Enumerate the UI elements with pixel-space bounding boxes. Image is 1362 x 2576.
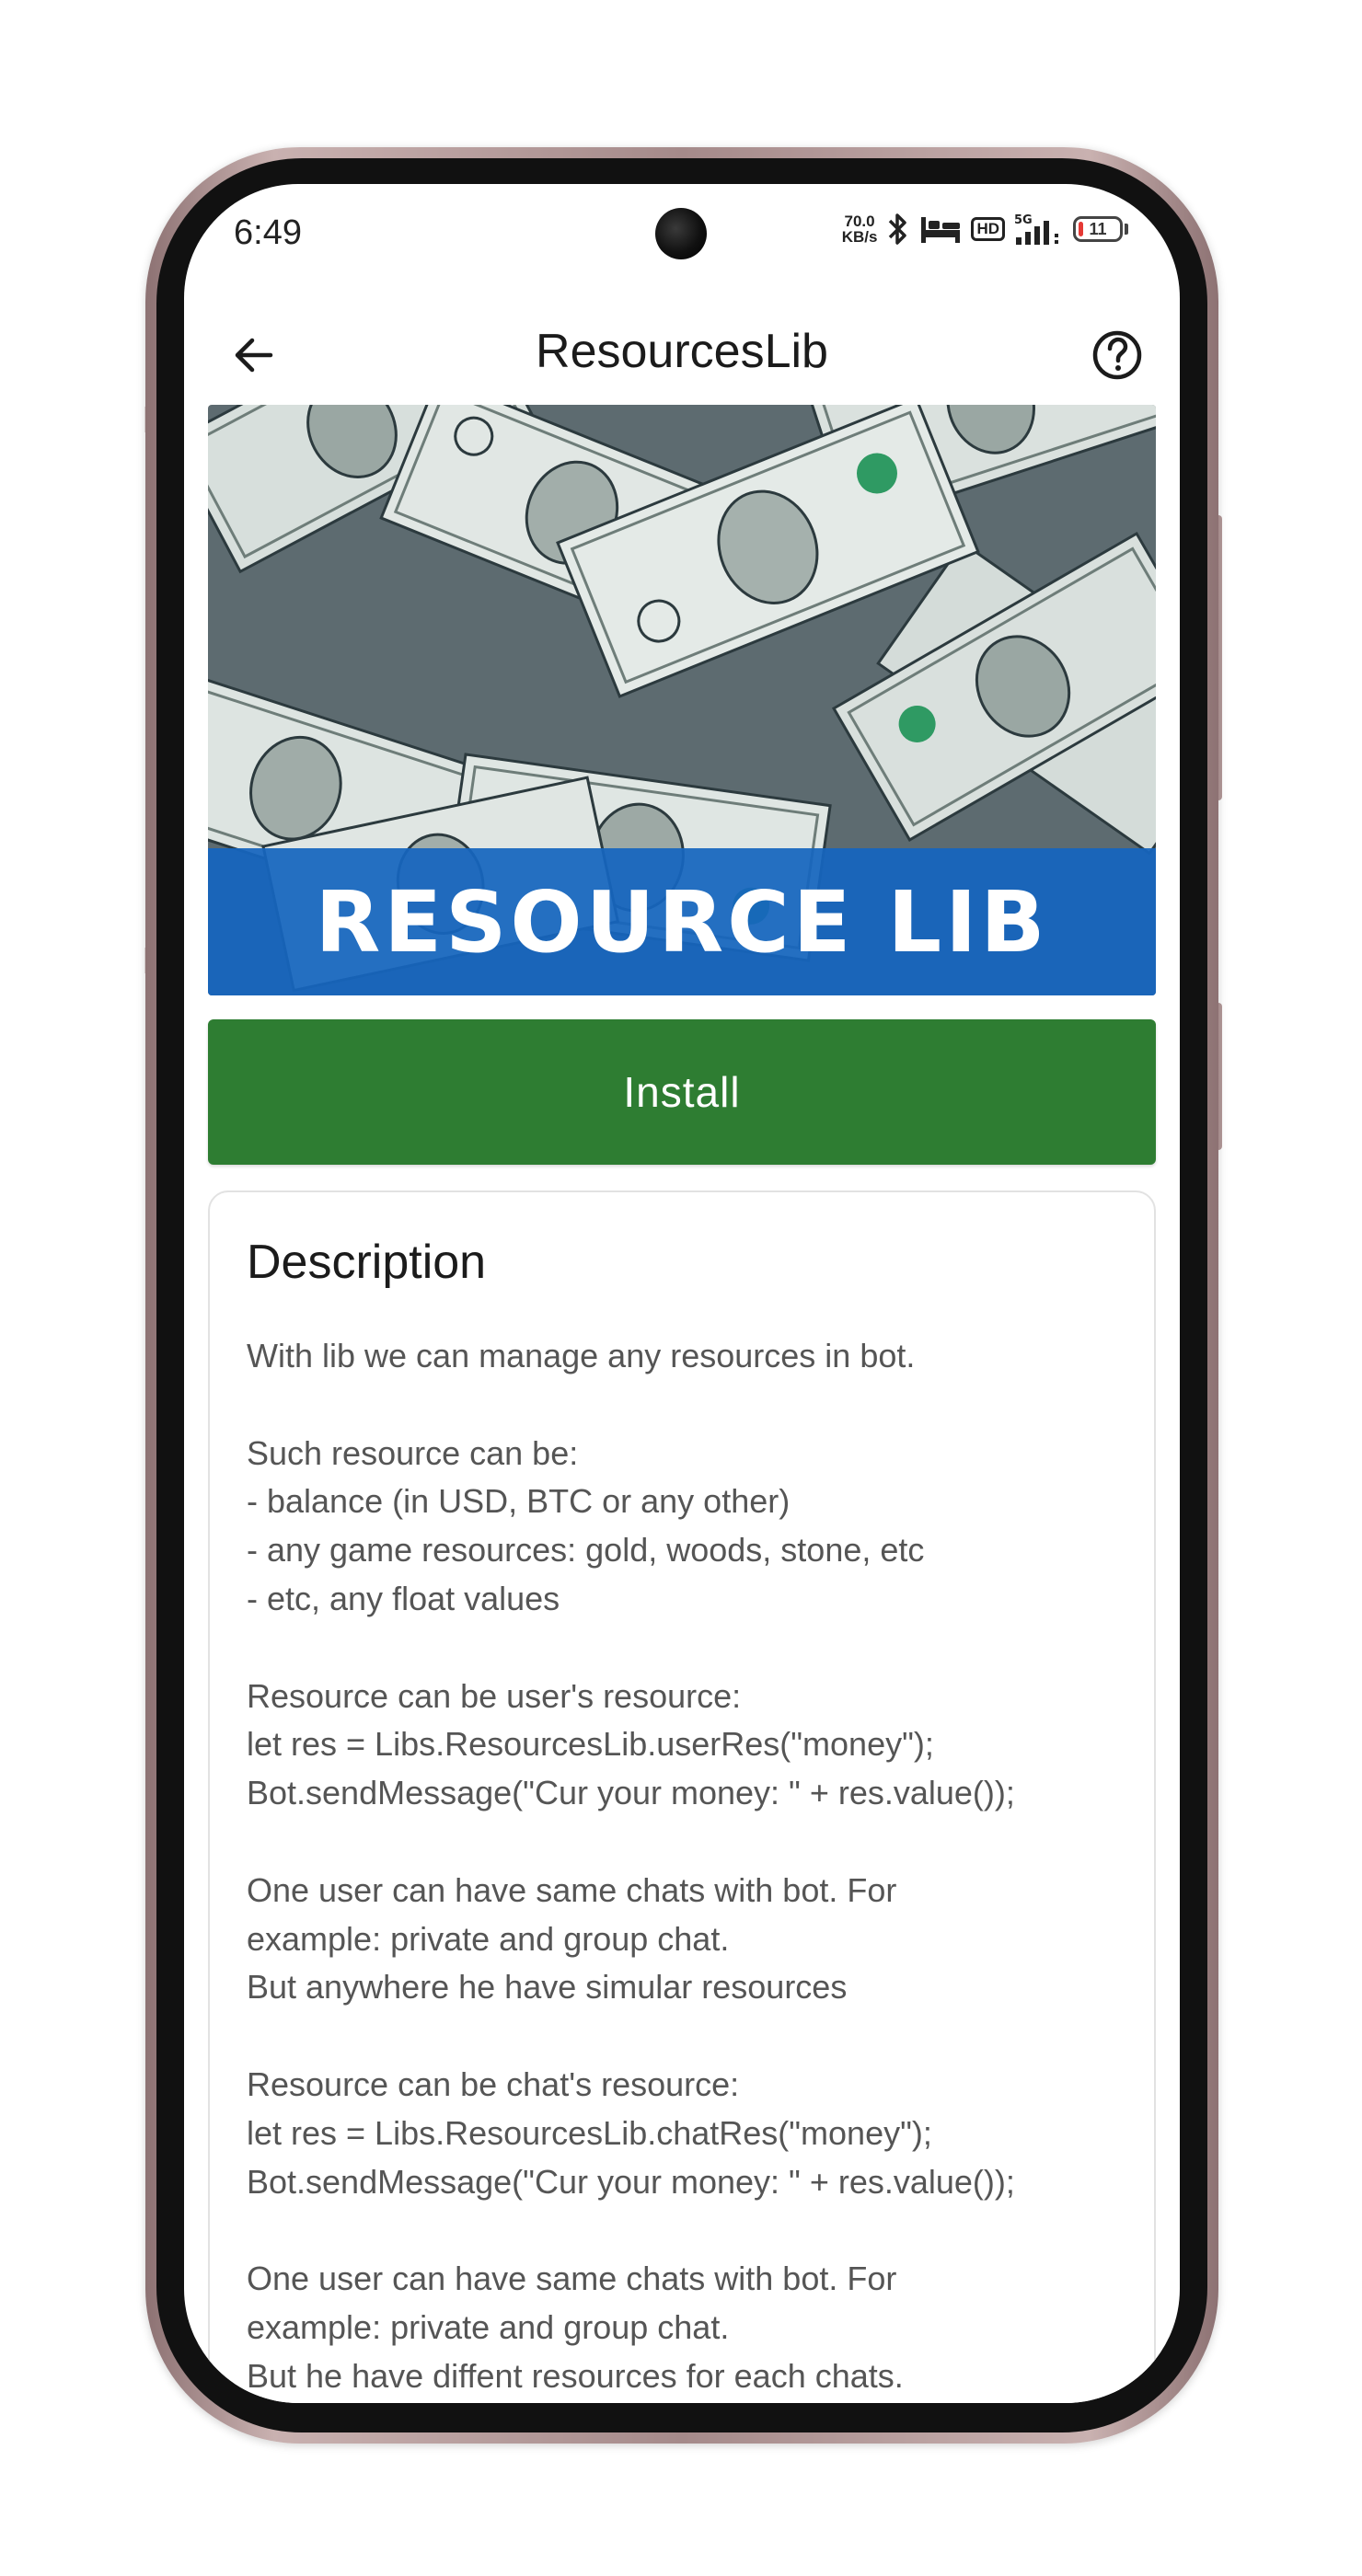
banner-caption: RESOURCE LIB — [208, 848, 1156, 995]
description-line: example: private and group chat. — [247, 2307, 730, 2346]
description-line: But anywhere he have simular resources — [247, 1968, 848, 2007]
network-speed-unit: KB/s — [841, 228, 878, 246]
battery-tip — [1125, 224, 1128, 235]
description-line — [247, 1381, 1130, 1430]
question-circle-icon — [1092, 330, 1142, 380]
battery-body: 11 — [1073, 216, 1123, 242]
description-body: With lib we can manage any resources in … — [247, 1332, 1130, 2401]
phone-screen: 6:49 70.0 KB/s HD 5G 11 ResourcesLib RES… — [184, 184, 1180, 2403]
description-line: But he have diffent resources for each c… — [247, 2356, 904, 2395]
battery-level: 11 — [1089, 219, 1107, 238]
front-camera — [655, 208, 707, 259]
description-line — [247, 1818, 1130, 1867]
description-line: One user can have same chats with bot. F… — [247, 1870, 897, 1909]
svg-text:5G: 5G — [1014, 213, 1033, 227]
sleep-mode-icon — [919, 213, 962, 245]
network-speed: 70.0 KB/s — [842, 213, 878, 245]
network-speed-value: 70.0 — [844, 213, 875, 230]
library-banner-image: RESOURCE LIB — [208, 405, 1156, 995]
phone-mockup: 6:49 70.0 KB/s HD 5G 11 ResourcesLib RES… — [0, 0, 1362, 2576]
description-line: Resource can be user's resource: — [247, 1676, 742, 1715]
description-line: - any game resources: gold, woods, stone… — [247, 1531, 925, 1570]
description-card: Description With lib we can manage any r… — [208, 1190, 1156, 2403]
description-line: Bot.sendMessage("Cur your money: " + res… — [247, 2162, 1015, 2201]
status-time: 6:49 — [234, 213, 302, 252]
status-icons: 70.0 KB/s HD 5G 11 — [842, 212, 1128, 247]
battery-fill — [1079, 222, 1084, 236]
description-line: - balance (in USD, BTC or any other) — [247, 1482, 791, 1521]
description-line: Bot.sendMessage("Cur your money: " + res… — [247, 1774, 1015, 1812]
description-line: With lib we can manage any resources in … — [247, 1337, 916, 1374]
description-line: Such resource can be: — [247, 1433, 579, 1472]
hd-icon: HD — [971, 217, 1005, 241]
page-title: ResourcesLib — [536, 325, 828, 378]
description-line: Resource can be chat's resource: — [247, 2064, 740, 2103]
description-line: - etc, any float values — [247, 1579, 560, 1617]
battery-icon: 11 — [1073, 216, 1128, 242]
description-line — [247, 1624, 1130, 1673]
bluetooth-icon — [886, 212, 910, 247]
install-button[interactable]: Install — [208, 1019, 1156, 1165]
description-line: One user can have same chats with bot. F… — [247, 2260, 897, 2298]
help-button[interactable] — [1084, 322, 1150, 388]
description-line — [247, 2206, 1130, 2255]
app-bar: ResourcesLib — [184, 294, 1180, 414]
description-line — [247, 2012, 1130, 2061]
description-line: let res = Libs.ResourcesLib.chatRes("mon… — [247, 2113, 932, 2152]
description-line: let res = Libs.ResourcesLib.userRes("mon… — [247, 1725, 934, 1764]
description-title: Description — [247, 1236, 487, 1289]
signal-icon: 5G — [1014, 212, 1064, 247]
description-line: example: private and group chat. — [247, 1919, 730, 1958]
